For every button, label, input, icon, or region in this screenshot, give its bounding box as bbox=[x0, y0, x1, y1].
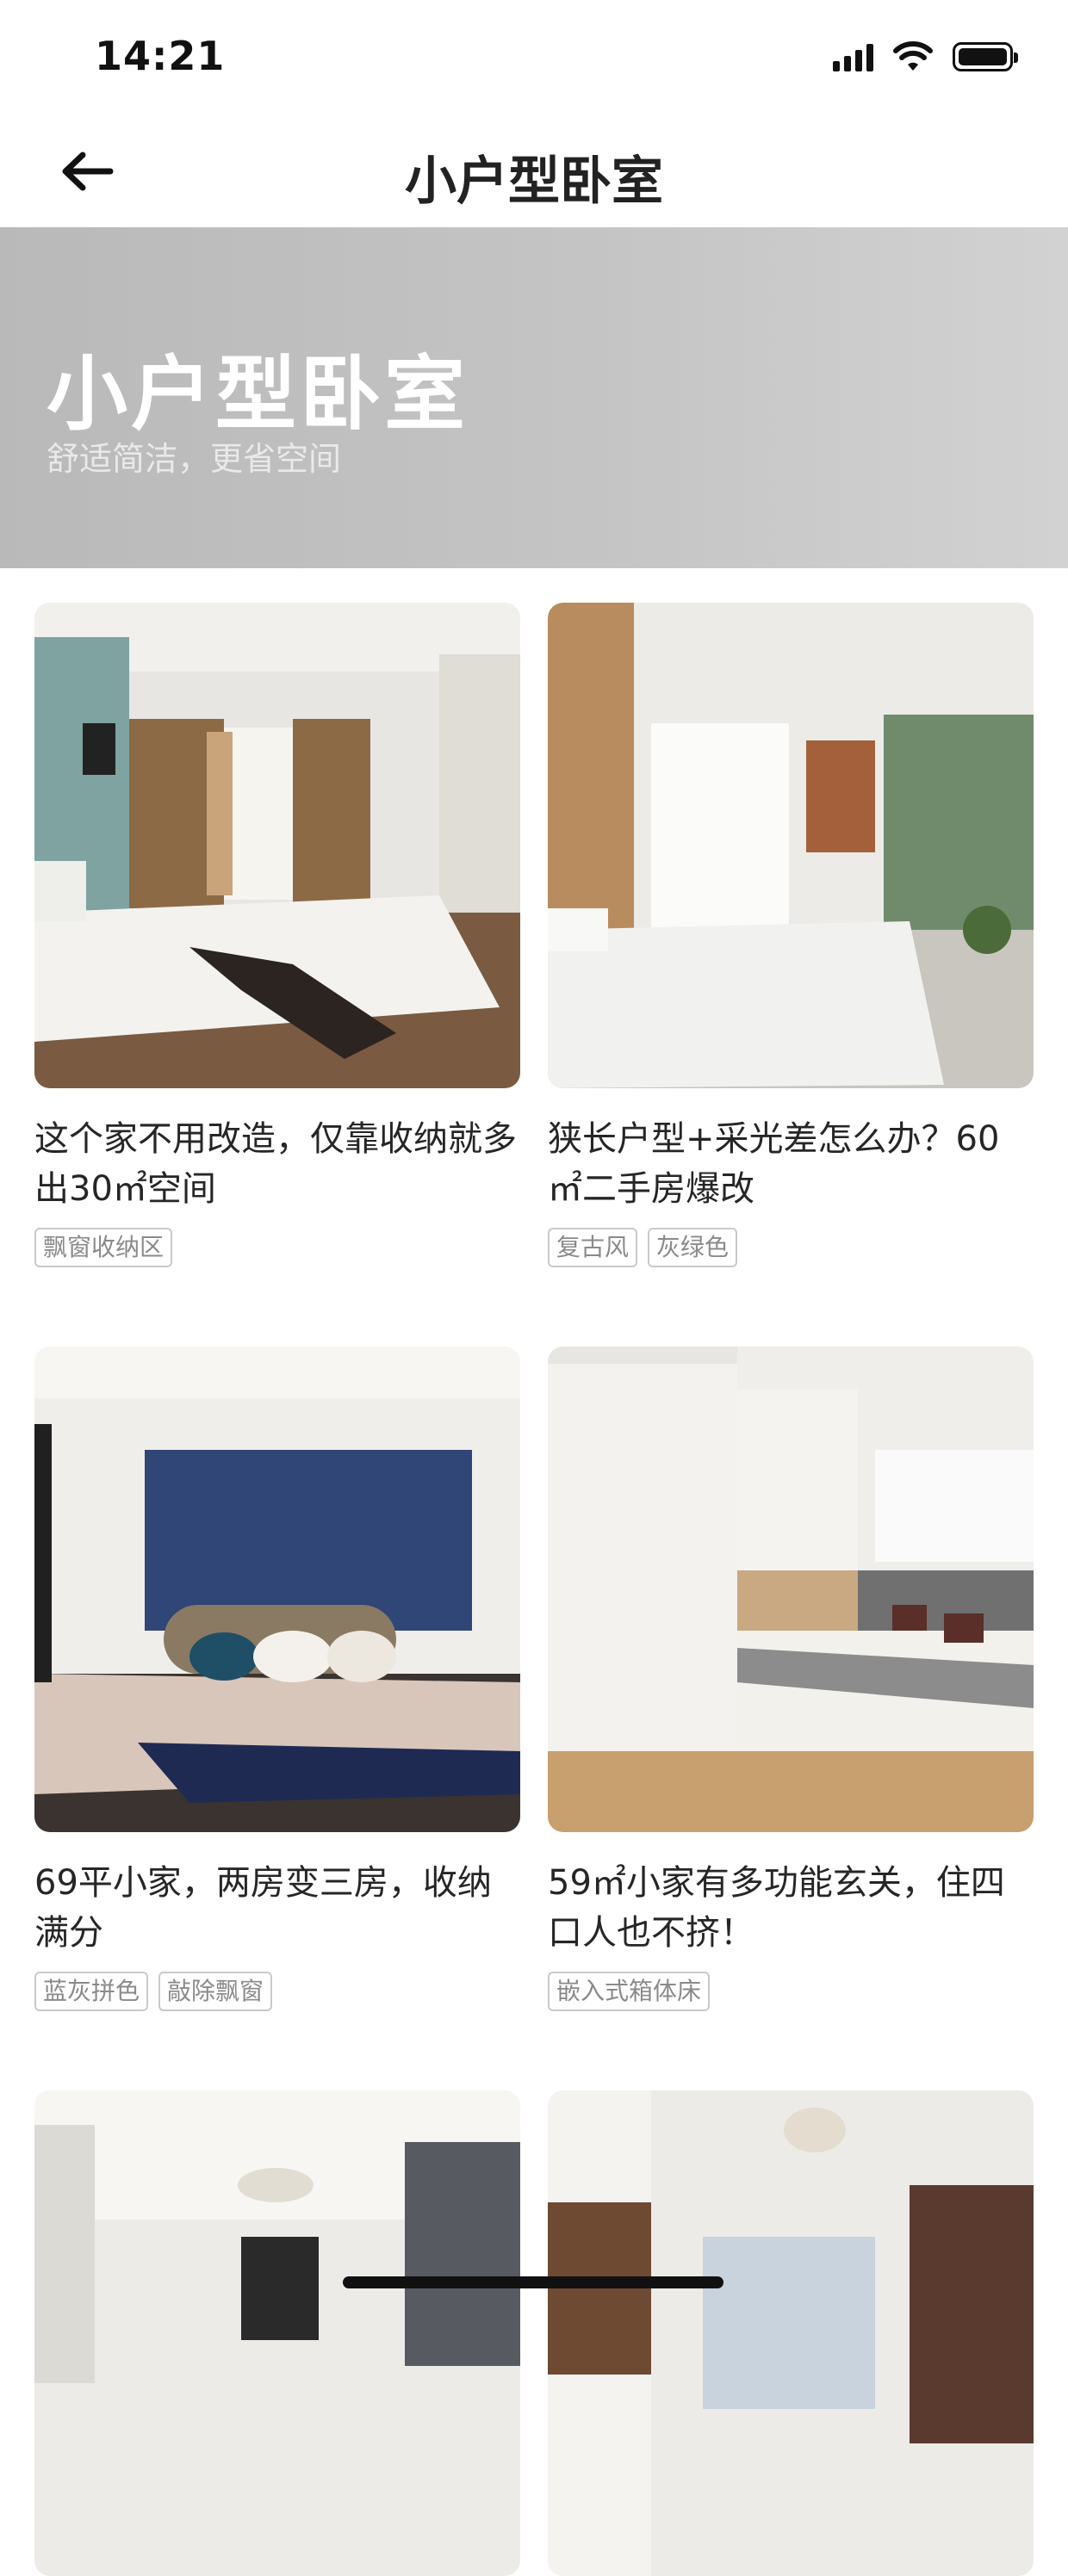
article-title[interactable]: 69平小家，两房变三房，收纳满分 bbox=[34, 1858, 520, 1958]
battery-icon bbox=[953, 42, 1018, 71]
article-card[interactable]: 狭长户型+采光差怎么办？60㎡二手房爆改 复古风 灰绿色 bbox=[548, 603, 1034, 1267]
page-title: 小户型卧室 bbox=[405, 152, 663, 212]
article-card[interactable] bbox=[548, 2090, 1034, 2576]
article-card[interactable]: 这个家不用改造，仅靠收纳就多出30㎡空间 飘窗收纳区 bbox=[34, 603, 520, 1267]
banner-title: 小户型卧室 bbox=[47, 348, 469, 442]
article-card[interactable] bbox=[34, 2090, 520, 2576]
article-card[interactable]: 59㎡小家有多功能玄关，住四口人也不挤！ 嵌入式箱体床 bbox=[548, 1347, 1034, 2011]
article-image bbox=[34, 603, 520, 1088]
tag-list: 飘窗收纳区 bbox=[34, 1228, 520, 1267]
banner-subtitle: 舒适简洁，更省空间 bbox=[47, 440, 342, 478]
article-image bbox=[548, 1347, 1034, 1832]
article-title[interactable]: 59㎡小家有多功能玄关，住四口人也不挤！ bbox=[548, 1858, 1034, 1958]
tag[interactable]: 灰绿色 bbox=[648, 1228, 738, 1267]
article-title[interactable]: 狭长户型+采光差怎么办？60㎡二手房爆改 bbox=[548, 1114, 1034, 1214]
cellular-signal-icon bbox=[833, 42, 873, 71]
tag[interactable]: 复古风 bbox=[548, 1228, 638, 1267]
tag-list: 复古风 灰绿色 bbox=[548, 1228, 1034, 1267]
status-icons bbox=[833, 40, 1018, 74]
article-title[interactable]: 这个家不用改造，仅靠收纳就多出30㎡空间 bbox=[34, 1114, 520, 1214]
home-indicator bbox=[343, 2276, 723, 2288]
header-banner: 小户型卧室 舒适简洁，更省空间 bbox=[0, 227, 1068, 568]
nav-bar: 小户型卧室 bbox=[0, 114, 1068, 227]
status-bar: 14:21 bbox=[0, 0, 1068, 114]
article-image bbox=[34, 2090, 520, 2576]
tag[interactable]: 嵌入式箱体床 bbox=[548, 1972, 711, 2011]
article-card[interactable]: 69平小家，两房变三房，收纳满分 蓝灰拼色 敲除飘窗 bbox=[34, 1347, 520, 2011]
article-image bbox=[34, 1347, 520, 1832]
tag[interactable]: 飘窗收纳区 bbox=[34, 1228, 173, 1267]
article-image bbox=[548, 2090, 1034, 2576]
tag[interactable]: 蓝灰拼色 bbox=[34, 1972, 149, 2011]
tag-list: 蓝灰拼色 敲除飘窗 bbox=[34, 1972, 520, 2011]
status-time: 14:21 bbox=[95, 33, 226, 79]
tag[interactable]: 敲除飘窗 bbox=[158, 1972, 273, 2011]
tag-list: 嵌入式箱体床 bbox=[548, 1972, 1034, 2011]
article-image bbox=[548, 603, 1034, 1088]
wifi-icon bbox=[893, 41, 933, 71]
